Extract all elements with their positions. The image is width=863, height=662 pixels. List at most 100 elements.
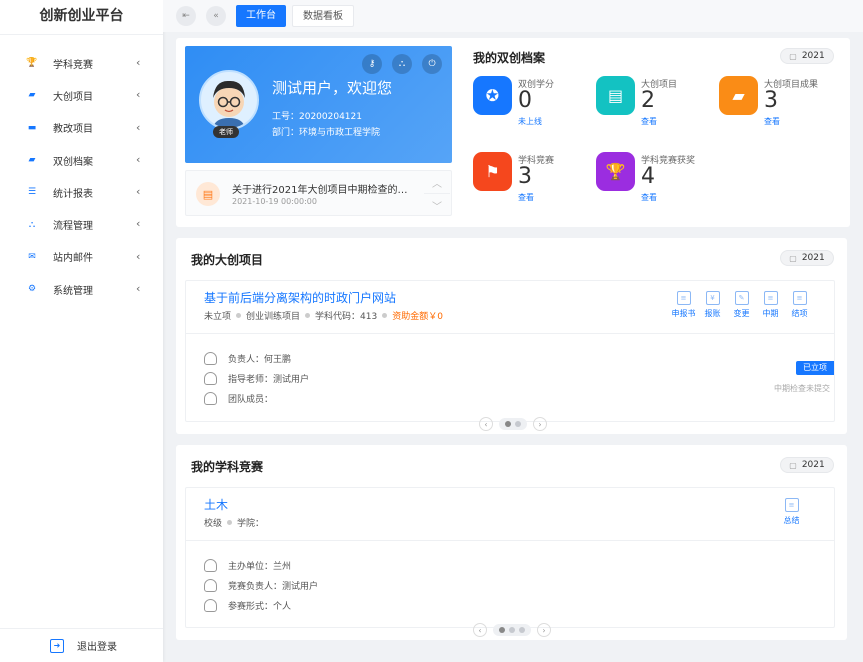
- stat-value: 2: [641, 88, 655, 113]
- midterm-status: 中期检查未提交: [774, 384, 830, 393]
- project-funds: 资助金额￥0: [392, 312, 443, 322]
- sidebar-item-label: 站内邮件: [53, 253, 93, 265]
- chevron-down-icon[interactable]: ﹀: [424, 194, 450, 216]
- department: 部门：环境与市政工程学院: [272, 128, 381, 138]
- clipboard-icon: ≡: [763, 291, 778, 305]
- notice-title[interactable]: 关于进行2021年大创项目中期检查的通知: [232, 181, 410, 196]
- sidebar-item-label: 双创档案: [53, 156, 93, 168]
- sidebar-item-label: 统计报表: [53, 188, 93, 200]
- yen-icon: ¥: [705, 291, 720, 305]
- projects-title: 我的大创项目: [191, 253, 264, 267]
- archive-year-select[interactable]: ▢ 2021: [780, 48, 834, 64]
- form-text: 参赛形式：个人: [228, 602, 292, 612]
- document-icon: ≡: [792, 291, 807, 305]
- chevron-up-icon[interactable]: ︿: [424, 172, 450, 194]
- book-icon: ▤: [596, 76, 635, 115]
- competitions-year-select[interactable]: ▢ 2021: [780, 457, 834, 473]
- settings-icon: ⚙: [27, 284, 37, 295]
- sidebar-item-innovation-project[interactable]: ▰ 大创项目 ‹: [0, 79, 163, 111]
- stat-value: 4: [641, 164, 655, 189]
- sidebar-item-system[interactable]: ⚙ 系统管理 ‹: [0, 273, 163, 305]
- chevron-left-icon: ‹: [136, 185, 141, 199]
- reimburse-button[interactable]: ¥ 报账: [698, 291, 727, 319]
- sitemap-icon[interactable]: ⛬: [392, 54, 412, 74]
- project-type: 创业训练项目: [246, 312, 301, 322]
- action-label: 中期: [762, 309, 779, 318]
- project-advisor: 指导老师：测试用户: [204, 372, 309, 385]
- report-icon: ☰: [27, 187, 37, 198]
- page-dot[interactable]: [509, 627, 515, 633]
- notice-ticker: ▤ 关于进行2021年大创项目中期检查的通知 2021-10-19 00:00:…: [185, 170, 452, 216]
- chevron-left-icon: ‹: [136, 282, 141, 296]
- stat-value: 3: [518, 164, 532, 189]
- team-icon: [204, 599, 217, 612]
- document-icon: ≡: [784, 498, 799, 512]
- mail-icon: ✉: [28, 251, 36, 262]
- projects-year-select[interactable]: ▢ 2021: [780, 250, 834, 266]
- project-code: 学科代码：413: [315, 312, 378, 322]
- stat-action[interactable]: 查看: [641, 116, 657, 127]
- stat-competitions: ⚑ 学科竞赛 3 查看: [473, 152, 591, 212]
- page-dot[interactable]: [519, 627, 525, 633]
- card-icon: ▬: [27, 122, 37, 133]
- stat-action[interactable]: 查看: [518, 192, 534, 203]
- sidebar-item-label: 教改项目: [53, 124, 93, 136]
- stat-outcomes: ▰ 大创项目成果 3 查看: [719, 76, 837, 136]
- sidebar-item-teaching-reform[interactable]: ▬ 教改项目 ‹: [0, 112, 163, 144]
- stat-action[interactable]: 未上线: [518, 116, 542, 127]
- page-dot[interactable]: [515, 421, 521, 427]
- project-name[interactable]: 基于前后端分离架构的时政门户网站: [204, 289, 396, 306]
- sidebar-item-archive[interactable]: ▰ 双创档案 ‹: [0, 144, 163, 176]
- teacher-icon: [204, 372, 217, 385]
- tab-dashboard[interactable]: 数据看板: [292, 5, 354, 27]
- book-icon: ▰: [28, 155, 36, 166]
- tab-workbench[interactable]: 工作台: [236, 5, 286, 27]
- application-button[interactable]: ≡ 申报书: [669, 291, 698, 319]
- divider: [186, 333, 834, 334]
- stat-action[interactable]: 查看: [764, 116, 780, 127]
- advisor-text: 指导老师：测试用户: [228, 375, 310, 385]
- chevron-right-icon[interactable]: ›: [533, 417, 547, 431]
- logout-button[interactable]: ➜ 退出登录: [0, 628, 163, 662]
- stat-action[interactable]: 查看: [641, 192, 657, 203]
- logout-icon[interactable]: ⏻: [422, 54, 442, 74]
- action-label: 变更: [733, 309, 750, 318]
- sidebar-item-mail[interactable]: ✉ 站内邮件 ‹: [0, 241, 163, 273]
- sidebar-item-workflow[interactable]: ⛬ 流程管理 ‹: [0, 208, 163, 240]
- chevron-left-icon[interactable]: ‹: [473, 623, 487, 637]
- book-icon: ▰: [28, 90, 36, 101]
- project-leader: 负责人：何王鹏: [204, 352, 291, 365]
- notice-icon: ▤: [196, 182, 220, 206]
- action-label: 结项: [791, 309, 808, 318]
- competition-name[interactable]: 土木: [204, 496, 228, 513]
- chevron-left-icon[interactable]: ‹: [479, 417, 493, 431]
- page-dot[interactable]: [505, 421, 511, 427]
- summary-button[interactable]: ≡ 总结: [777, 498, 806, 526]
- document-icon: ≡: [676, 291, 691, 305]
- sidebar-item-reports[interactable]: ☰ 统计报表 ‹: [0, 176, 163, 208]
- edit-icon: ✎: [734, 291, 749, 305]
- folder-icon: ▰: [719, 76, 758, 115]
- double-chevron-left-icon[interactable]: «: [206, 6, 226, 26]
- stat-value: 3: [764, 88, 778, 113]
- competition-meta: 校级 学院：: [204, 516, 264, 529]
- user-icon: [204, 559, 217, 572]
- profile-tools: ⚷ ⛬ ⏻: [352, 54, 442, 74]
- project-meta: 未立项 创业训练项目 学科代码：413 资助金额￥0: [204, 309, 443, 322]
- avatar: [199, 70, 259, 130]
- project-members: 团队成员：: [204, 392, 273, 405]
- logout-icon: ➜: [50, 638, 64, 653]
- midterm-button[interactable]: ≡ 中期: [756, 291, 785, 319]
- page-dot[interactable]: [499, 627, 505, 633]
- chevron-left-icon: ‹: [136, 152, 141, 166]
- sidebar-item-competition[interactable]: 🏆 学科竞赛 ‹: [0, 47, 163, 79]
- change-button[interactable]: ✎ 变更: [727, 291, 756, 319]
- calendar-icon: ▢: [789, 253, 797, 263]
- sitemap-icon: ⛬: [28, 219, 36, 230]
- conclude-button[interactable]: ≡ 结项: [785, 291, 814, 319]
- collapse-sidebar-icon[interactable]: ⇤: [176, 6, 196, 26]
- chevron-right-icon[interactable]: ›: [537, 623, 551, 637]
- chevron-left-icon: ‹: [136, 120, 141, 134]
- head-text: 竞赛负责人：测试用户: [228, 582, 319, 592]
- key-icon[interactable]: ⚷: [362, 54, 382, 74]
